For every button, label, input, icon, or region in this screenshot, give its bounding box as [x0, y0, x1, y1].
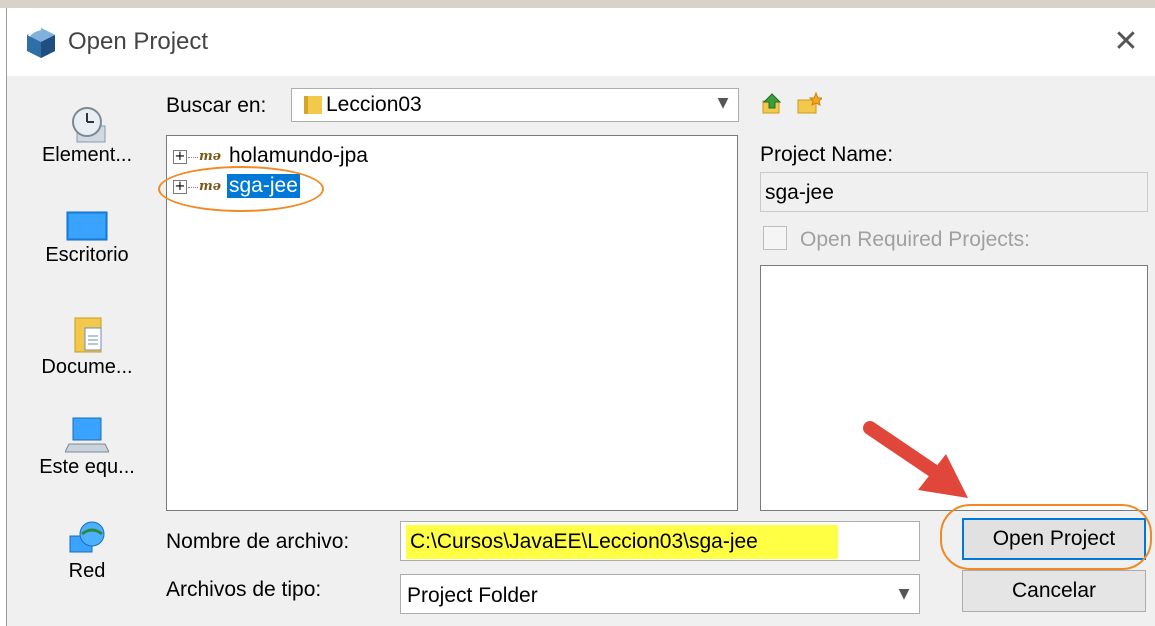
up-folder-icon[interactable] [760, 92, 784, 116]
desktop-icon [66, 211, 108, 241]
file-type-combo[interactable]: Project Folder ▼ [400, 574, 920, 614]
place-label: Red [68, 560, 106, 582]
this-pc-icon [65, 417, 109, 453]
file-type-label: Archivos de tipo: [166, 578, 322, 601]
look-in-label: Buscar en: [166, 94, 267, 117]
place-label: Docume... [41, 356, 133, 378]
folder-icon [304, 96, 322, 114]
documents-icon [74, 317, 102, 353]
background-strip [0, 0, 1155, 8]
annotation-ellipse [940, 504, 1152, 570]
look-in-combo[interactable]: Leccion03 ▼ [291, 88, 739, 122]
file-name-label: Nombre de archivo: [166, 530, 350, 553]
annotation-ellipse [158, 166, 324, 212]
annotation-arrow [863, 421, 968, 498]
place-label: Escritorio [45, 244, 129, 266]
place-desktop[interactable]: Escritorio [22, 208, 152, 288]
recent-items-icon [72, 107, 106, 143]
network-icon [69, 521, 105, 553]
close-icon[interactable]: ✕ [1108, 24, 1144, 60]
look-in-value: Leccion03 [326, 93, 422, 116]
tree-item-label: holamundo-jpa [229, 144, 368, 167]
place-network[interactable]: Red [22, 518, 152, 598]
dialog-title: Open Project [68, 28, 209, 55]
project-name-field: sga-jee [760, 172, 1148, 212]
maven-project-icon: mə [199, 149, 222, 164]
new-folder-icon[interactable] [796, 92, 822, 116]
open-required-checkbox[interactable] [763, 226, 787, 250]
project-name-label: Project Name: [760, 143, 894, 166]
place-recent-items[interactable]: Element... [22, 104, 152, 184]
open-required-label: Open Required Projects: [800, 228, 1030, 251]
place-documents[interactable]: Docume... [22, 312, 152, 392]
place-label: Element... [41, 144, 133, 166]
chevron-down-icon: ▼ [717, 95, 729, 111]
place-label: Este equ... [39, 456, 135, 478]
netbeans-cube-icon [27, 28, 55, 58]
expand-icon[interactable]: + [173, 150, 187, 164]
place-this-pc[interactable]: Este equ... [22, 414, 152, 494]
cancel-button[interactable]: Cancelar [962, 570, 1146, 612]
file-type-value: Project Folder [407, 584, 538, 607]
file-name-value: C:\Cursos\JavaEE\Leccion03\sga-jee [410, 530, 758, 553]
project-name-value: sga-jee [765, 181, 834, 204]
tree-connector [188, 157, 198, 158]
chevron-down-icon: ▼ [898, 586, 910, 602]
